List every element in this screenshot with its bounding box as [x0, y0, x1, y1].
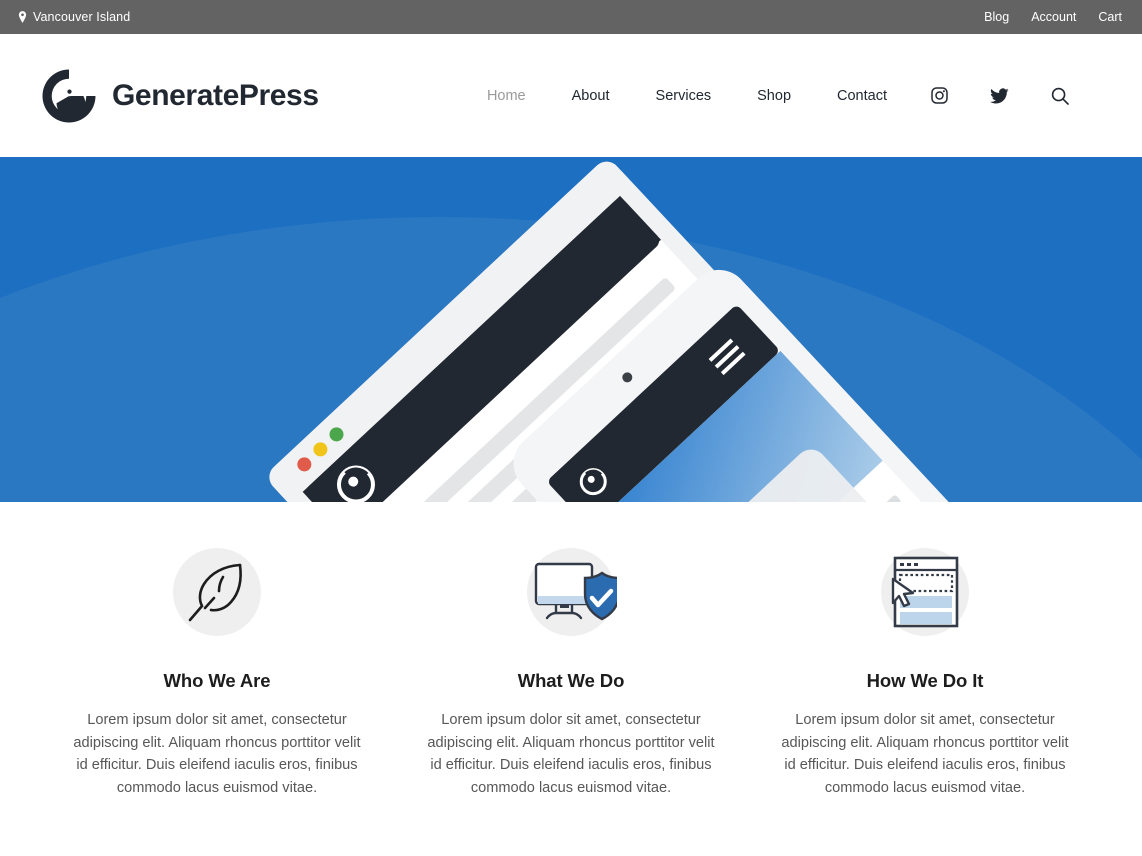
- brand-logo-link[interactable]: GeneratePress: [40, 67, 319, 125]
- monitor-shield-check-icon: [523, 544, 619, 640]
- generatepress-logo-icon: [40, 67, 98, 125]
- feature-title: How We Do It: [866, 670, 984, 691]
- feature-text: Lorem ipsum dolor sit amet, consectetur …: [427, 712, 715, 796]
- feature-text: Lorem ipsum dolor sit amet, consectetur …: [73, 712, 361, 796]
- feature-card: What We Do Lorem ipsum dolor sit amet, c…: [394, 544, 748, 799]
- feature-card: Who We Are Lorem ipsum dolor sit amet, c…: [40, 544, 394, 799]
- hero-illustration: [269, 161, 1070, 502]
- main-navigation: Home About Services Shop Contact: [464, 87, 1102, 105]
- search-icon[interactable]: [1030, 87, 1090, 105]
- top-bar: Vancouver Island Blog Account Cart: [0, 0, 1142, 34]
- browser-select-cursor-icon: [877, 544, 973, 640]
- hero-section: [0, 157, 1142, 502]
- nav-item-contact[interactable]: Contact: [814, 88, 910, 104]
- feature-title: Who We Are: [163, 670, 271, 691]
- nav-item-shop[interactable]: Shop: [734, 88, 814, 104]
- feature-text: Lorem ipsum dolor sit amet, consectetur …: [781, 712, 1069, 796]
- topbar-link-cart[interactable]: Cart: [1098, 10, 1122, 24]
- feature-card: How We Do It Lorem ipsum dolor sit amet,…: [748, 544, 1102, 799]
- nav-item-home[interactable]: Home: [464, 88, 549, 104]
- features-section: Who We Are Lorem ipsum dolor sit amet, c…: [0, 502, 1142, 799]
- nav-item-services[interactable]: Services: [633, 88, 735, 104]
- map-pin-icon: [18, 11, 27, 23]
- feather-quill-icon: [169, 544, 265, 640]
- top-bar-location: Vancouver Island: [18, 10, 130, 24]
- twitter-icon[interactable]: [969, 87, 1030, 104]
- brand-name: GeneratePress: [112, 78, 319, 112]
- location-label: Vancouver Island: [33, 10, 131, 24]
- feature-title: What We Do: [517, 670, 625, 691]
- site-header: GeneratePress Home About Services Shop C…: [0, 34, 1142, 157]
- topbar-link-account[interactable]: Account: [1031, 10, 1076, 24]
- nav-item-about[interactable]: About: [549, 88, 633, 104]
- top-bar-links: Blog Account Cart: [984, 10, 1124, 24]
- instagram-icon[interactable]: [910, 87, 969, 104]
- topbar-link-blog[interactable]: Blog: [984, 10, 1009, 24]
